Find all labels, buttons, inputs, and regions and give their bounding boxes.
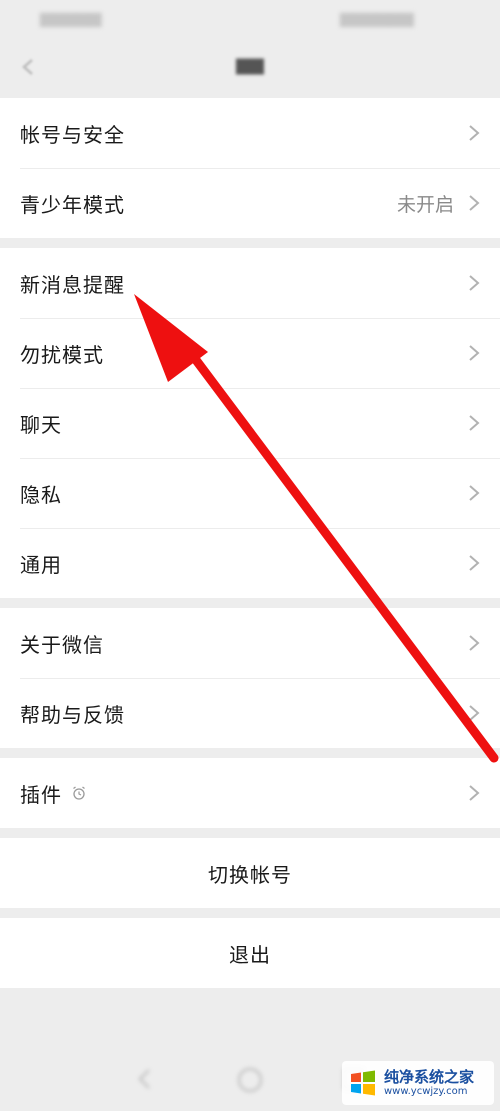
settings-item-label: 勿扰模式	[20, 342, 104, 367]
settings-item-label: 新消息提醒	[20, 272, 125, 297]
status-bar: ▆▆▆▆▆ ▆▆▆▆▆▆	[0, 0, 500, 36]
chevron-right-icon	[469, 345, 480, 361]
settings-group-notifications: 新消息提醒 勿扰模式 聊天 隐私 通用	[0, 248, 500, 598]
settings-item-about-wechat[interactable]: 关于微信	[0, 608, 500, 678]
chevron-right-icon	[469, 415, 480, 431]
chevron-right-icon	[469, 275, 480, 291]
settings-item-account-security[interactable]: 帐号与安全	[0, 98, 500, 168]
settings-group-account: 帐号与安全 青少年模式 未开启	[0, 98, 500, 238]
chevron-right-icon	[469, 635, 480, 651]
switch-account-label: 切换帐号	[208, 862, 292, 887]
watermark-url: www.ycwjzy.com	[384, 1086, 468, 1097]
settings-item-label: 帐号与安全	[20, 122, 125, 147]
settings-item-label: 关于微信	[20, 632, 104, 657]
settings-item-new-message-alert[interactable]: 新消息提醒	[0, 248, 500, 318]
status-time-blurred: ▆▆▆▆▆▆	[340, 8, 414, 27]
chevron-right-icon	[469, 785, 480, 801]
site-watermark: 纯净系统之家 www.ycwjzy.com	[342, 1061, 494, 1105]
status-carrier-blurred: ▆▆▆▆▆	[40, 8, 102, 27]
chevron-right-icon	[469, 195, 480, 211]
chevron-right-icon	[469, 485, 480, 501]
settings-item-label: 青少年模式	[20, 192, 125, 217]
settings-item-general[interactable]: 通用	[0, 528, 500, 598]
navigation-bar: ▆▆	[0, 36, 500, 98]
settings-item-label: 通用	[20, 552, 62, 577]
watermark-text: 纯净系统之家 www.ycwjzy.com	[384, 1068, 474, 1098]
settings-item-label: 隐私	[20, 482, 62, 507]
logout-label: 退出	[229, 942, 271, 967]
alarm-icon	[73, 786, 85, 800]
logout-section: 退出	[0, 918, 500, 988]
system-home-icon[interactable]	[236, 1066, 264, 1094]
settings-item-teen-mode[interactable]: 青少年模式 未开启	[0, 168, 500, 238]
system-back-icon[interactable]	[132, 1066, 158, 1092]
logout-button[interactable]: 退出	[0, 918, 500, 988]
switch-account-button[interactable]: 切换帐号	[0, 838, 500, 908]
settings-group-plugins: 插件	[0, 758, 500, 828]
settings-item-help-feedback[interactable]: 帮助与反馈	[0, 678, 500, 748]
settings-item-label: 聊天	[20, 412, 62, 437]
chevron-right-icon	[469, 125, 480, 141]
windows-logo-icon	[351, 1070, 375, 1096]
settings-item-chat[interactable]: 聊天	[0, 388, 500, 458]
teen-mode-status: 未开启	[396, 193, 454, 216]
watermark-title: 纯净系统之家	[384, 1068, 475, 1086]
settings-group-about: 关于微信 帮助与反馈	[0, 608, 500, 748]
settings-item-privacy[interactable]: 隐私	[0, 458, 500, 528]
page-title-blurred: ▆▆	[236, 54, 264, 75]
chevron-right-icon	[469, 555, 480, 571]
settings-item-label: 帮助与反馈	[20, 702, 125, 727]
chevron-right-icon	[469, 705, 480, 721]
switch-account-section: 切换帐号	[0, 838, 500, 908]
settings-item-label: 插件	[20, 782, 62, 807]
settings-item-plugins[interactable]: 插件	[0, 758, 500, 828]
settings-item-do-not-disturb[interactable]: 勿扰模式	[0, 318, 500, 388]
